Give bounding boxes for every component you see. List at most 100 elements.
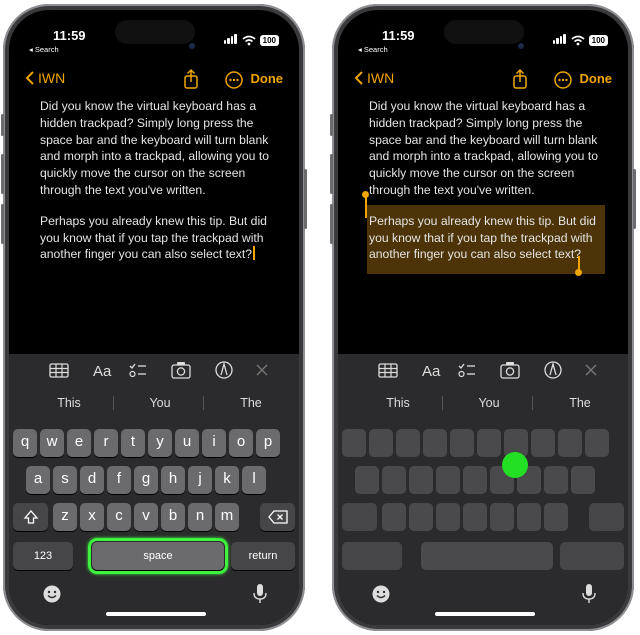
shift-icon <box>23 510 38 524</box>
key-z[interactable]: z <box>53 503 77 531</box>
text-cursor <box>253 246 256 261</box>
blank-key <box>558 429 582 457</box>
suggestion-2[interactable]: You <box>112 388 208 418</box>
back-button[interactable]: IWN <box>354 70 394 86</box>
suggestion-3[interactable]: The <box>532 388 628 418</box>
checklist-icon[interactable] <box>458 363 475 378</box>
key-p[interactable]: p <box>256 429 280 457</box>
key-r[interactable]: r <box>94 429 118 457</box>
note-paragraph-2: Perhaps you already knew this tip. But d… <box>40 213 267 262</box>
more-icon[interactable] <box>225 71 243 89</box>
delete-key[interactable] <box>260 503 295 531</box>
screen: 11:59 ◂ Search 100 IWN Done Did you know… <box>338 10 628 625</box>
blank-key <box>396 429 420 457</box>
volume-up-button <box>1 154 4 194</box>
back-to-search-link[interactable]: ◂ Search <box>358 45 388 54</box>
key-c[interactable]: c <box>107 503 131 531</box>
nav-bar: IWN Done <box>338 68 628 94</box>
back-button[interactable]: IWN <box>25 70 65 86</box>
power-button <box>633 169 636 229</box>
key-o[interactable]: o <box>229 429 253 457</box>
blank-key <box>436 466 460 494</box>
numbers-key[interactable]: 123 <box>13 542 73 570</box>
keyboard-toolbar: Aa <box>378 361 597 380</box>
key-f[interactable]: f <box>107 466 131 494</box>
note-body[interactable]: Did you know the virtual keyboard has a … <box>369 98 601 277</box>
key-k[interactable]: k <box>215 466 239 494</box>
wifi-icon <box>571 35 585 45</box>
key-i[interactable]: i <box>202 429 226 457</box>
blank-key <box>477 429 501 457</box>
markup-icon[interactable] <box>215 361 233 379</box>
key-x[interactable]: x <box>80 503 104 531</box>
checklist-icon[interactable] <box>129 363 146 378</box>
key-e[interactable]: e <box>67 429 91 457</box>
note-body[interactable]: Did you know the virtual keyboard has a … <box>40 98 272 263</box>
key-y[interactable]: y <box>148 429 172 457</box>
table-icon[interactable] <box>49 363 69 378</box>
keyboard-trackpad[interactable]: Aa This You The <box>338 354 628 625</box>
return-key[interactable]: return <box>231 542 295 570</box>
microphone-icon[interactable] <box>581 583 597 605</box>
key-s[interactable]: s <box>53 466 77 494</box>
close-icon[interactable] <box>585 364 597 376</box>
text-format-icon[interactable]: Aa <box>422 363 441 380</box>
space-key-highlight-ring <box>88 538 228 574</box>
suggestion-bar: This You The <box>9 388 299 418</box>
blank-key <box>382 466 406 494</box>
done-button[interactable]: Done <box>251 71 284 86</box>
key-j[interactable]: j <box>188 466 212 494</box>
suggestion-3[interactable]: The <box>203 388 299 418</box>
suggestion-1[interactable]: This <box>21 388 117 418</box>
keyboard: Aa This You The q w e r t y u i o p a s … <box>9 354 299 625</box>
key-u[interactable]: u <box>175 429 199 457</box>
status-time: 11:59 <box>53 28 86 43</box>
key-w[interactable]: w <box>40 429 64 457</box>
key-b[interactable]: b <box>161 503 185 531</box>
emoji-icon[interactable] <box>371 584 391 604</box>
share-icon[interactable] <box>184 68 198 89</box>
camera-icon[interactable] <box>500 362 520 379</box>
suggestion-2[interactable]: You <box>441 388 537 418</box>
key-g[interactable]: g <box>134 466 158 494</box>
more-icon[interactable] <box>554 71 572 89</box>
delete-icon <box>267 510 288 524</box>
key-a[interactable]: a <box>26 466 50 494</box>
camera-icon[interactable] <box>171 362 191 379</box>
blank-key <box>436 503 460 531</box>
key-l[interactable]: l <box>242 466 266 494</box>
key-h[interactable]: h <box>161 466 185 494</box>
key-d[interactable]: d <box>80 466 104 494</box>
share-icon[interactable] <box>513 68 527 89</box>
blank-key <box>342 542 402 570</box>
status-icons: 100 <box>223 34 279 46</box>
blank-key <box>355 466 379 494</box>
blank-key <box>560 542 624 570</box>
text-format-icon[interactable]: Aa <box>93 363 112 380</box>
status-icons: 100 <box>552 34 608 46</box>
key-q[interactable]: q <box>13 429 37 457</box>
blank-key <box>423 429 447 457</box>
blank-key <box>342 503 377 531</box>
blank-key <box>409 503 433 531</box>
camera-dot <box>518 43 524 49</box>
close-icon[interactable] <box>256 364 268 376</box>
key-m[interactable]: m <box>215 503 239 531</box>
key-n[interactable]: n <box>188 503 212 531</box>
done-button[interactable]: Done <box>580 71 613 86</box>
emoji-icon[interactable] <box>42 584 62 604</box>
status-time: 11:59 <box>382 28 415 43</box>
blank-key <box>544 503 568 531</box>
key-v[interactable]: v <box>134 503 158 531</box>
table-icon[interactable] <box>378 363 398 378</box>
back-to-search-link[interactable]: ◂ Search <box>29 45 59 54</box>
shift-key[interactable] <box>13 503 48 531</box>
microphone-icon[interactable] <box>252 583 268 605</box>
nav-action-icons <box>184 68 243 89</box>
suggestion-1[interactable]: This <box>350 388 446 418</box>
markup-icon[interactable] <box>544 361 562 379</box>
touch-point-indicator <box>502 452 528 478</box>
note-paragraph-1: Did you know the virtual keyboard has a … <box>40 99 269 197</box>
key-t[interactable]: t <box>121 429 145 457</box>
blank-key <box>517 503 541 531</box>
